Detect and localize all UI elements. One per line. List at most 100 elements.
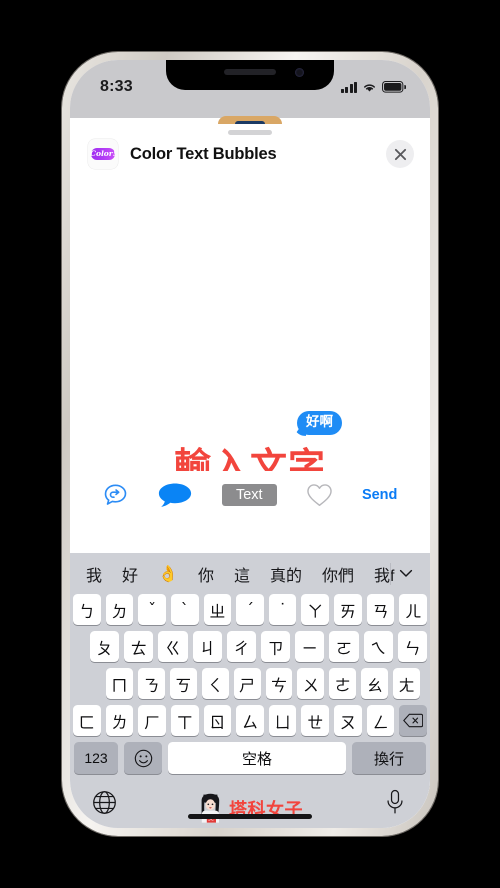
key[interactable]: ˙ <box>268 594 297 625</box>
key[interactable]: ㄤ <box>393 668 421 699</box>
predictive-candidates: 我 好 👌 你 這 真的 你們 我f <box>80 562 394 586</box>
predict-item[interactable]: 好 <box>122 562 138 586</box>
page-title: Color Text Bubbles <box>130 144 277 163</box>
heart-outline-icon <box>306 483 332 506</box>
key[interactable]: ㄎ <box>169 668 197 699</box>
status-time: 8:33 <box>100 78 133 95</box>
chevron-down-icon <box>399 569 412 577</box>
space-key[interactable]: 空格 <box>168 742 346 774</box>
earpiece-speaker <box>224 69 276 75</box>
key[interactable]: ㄈ <box>72 705 101 736</box>
mascot-icon: 3C <box>201 793 220 823</box>
phone-screen: 8:33 Color! Color Text Bubbles 好啊 輸入文字 T… <box>70 60 430 828</box>
bubble-color-button[interactable] <box>157 482 193 508</box>
keyboard-row-4: ㄈ ㄌ ㄏ ㄒ ㄖ ㄙ ㄩ ㄝ ㄡ ㄥ <box>70 705 430 736</box>
key[interactable]: ㄐ <box>192 631 222 662</box>
predictive-text-bar: 我 好 👌 你 這 真的 你們 我f <box>70 553 430 594</box>
text-tool-button[interactable]: Text <box>221 484 277 506</box>
key[interactable]: ㄍ <box>158 631 188 662</box>
keyboard-row-3: ㄇ ㄋ ㄎ ㄑ ㄕ ㄘ ㄨ ㄜ ㄠ ㄤ <box>70 668 430 699</box>
key[interactable]: ㄆ <box>89 631 120 662</box>
key[interactable]: ㄒ <box>170 705 199 736</box>
status-indicators <box>340 81 406 93</box>
key[interactable]: ㄙ <box>236 705 264 736</box>
key[interactable]: ㄅ <box>72 594 101 625</box>
keyboard-row-1: ㄅ ㄉ ˇ ˋ ㄓ ˊ ˙ ㄚ ㄞ ㄢ ㄦ <box>70 594 430 625</box>
key[interactable]: ㄠ <box>361 668 389 699</box>
key[interactable]: ㄓ <box>203 594 232 625</box>
send-button[interactable]: Send <box>362 487 397 503</box>
app-icon-label: Color! <box>89 149 117 159</box>
return-key[interactable]: 換行 <box>352 742 426 774</box>
undo-bubble-icon <box>104 484 126 505</box>
front-camera <box>295 68 304 77</box>
key[interactable]: ㄊ <box>124 631 154 662</box>
heart-button[interactable] <box>306 483 333 508</box>
key[interactable]: ㄗ <box>261 631 291 662</box>
keyboard-bottom-row: 123 空格 換行 <box>70 742 430 774</box>
key[interactable]: ㄌ <box>105 705 134 736</box>
key[interactable]: ㄦ <box>399 594 428 625</box>
predict-item[interactable]: 你們 <box>322 562 354 586</box>
predict-item[interactable]: 真的 <box>270 562 302 586</box>
key[interactable]: ˊ <box>236 594 264 625</box>
wifi-icon <box>364 83 375 92</box>
message-bubble[interactable]: 好啊 <box>297 411 342 435</box>
key[interactable]: ˋ <box>170 594 199 625</box>
key[interactable]: ㄨ <box>297 668 325 699</box>
key[interactable]: ㄥ <box>366 705 395 736</box>
expand-candidates-button[interactable] <box>390 562 420 585</box>
emoji-face-icon <box>134 749 152 767</box>
keyboard-row-2: ㄆ ㄊ ㄍ ㄐ ㄔ ㄗ ㄧ ㄛ ㄟ ㄣ <box>70 631 430 662</box>
predict-item[interactable]: 你 <box>198 562 214 586</box>
key[interactable]: ㄝ <box>301 705 330 736</box>
close-icon <box>394 148 406 160</box>
message-canvas[interactable]: 好啊 輸入文字 <box>70 176 430 485</box>
key[interactable]: ㄖ <box>203 705 232 736</box>
key[interactable]: ㄘ <box>265 668 293 699</box>
predict-item[interactable]: 👌 <box>158 564 178 584</box>
keyboard: 我 好 👌 你 這 真的 你們 我f ㄅ ㄉ ˇ ˋ ㄓ ˊ ˙ ㄚ ㄞ ㄢ ㄦ… <box>70 553 430 828</box>
key[interactable]: ㄡ <box>334 705 362 736</box>
backspace-icon <box>403 713 424 728</box>
key[interactable]: ㄟ <box>363 631 393 662</box>
key[interactable]: ㄏ <box>138 705 166 736</box>
app-icon[interactable]: Color! <box>88 139 118 169</box>
app-sheet: Color! Color Text Bubbles 好啊 輸入文字 Text S… <box>70 124 430 828</box>
close-button[interactable] <box>386 140 414 168</box>
notch <box>166 60 334 90</box>
emoji-keyboard-key[interactable] <box>124 742 162 774</box>
bubble-fill-icon <box>158 483 191 507</box>
backspace-key[interactable] <box>399 705 428 736</box>
key[interactable]: ㄋ <box>137 668 165 699</box>
dictation-key[interactable] <box>384 789 406 815</box>
key[interactable]: ㄑ <box>201 668 229 699</box>
watermark: 3C 塔科女子 <box>197 792 303 825</box>
key[interactable]: ㄉ <box>105 594 134 625</box>
key[interactable]: ㄩ <box>268 705 297 736</box>
globe-key[interactable] <box>92 790 117 815</box>
cellular-signal-icon <box>340 81 357 93</box>
home-indicator[interactable] <box>188 814 312 819</box>
key[interactable]: ㄔ <box>226 631 256 662</box>
key[interactable]: ㄣ <box>397 631 428 662</box>
predict-item[interactable]: 我 <box>86 562 102 586</box>
key[interactable]: ㄜ <box>329 668 357 699</box>
key[interactable]: ㄕ <box>233 668 261 699</box>
phone-frame: 8:33 Color! Color Text Bubbles 好啊 輸入文字 T… <box>62 52 438 836</box>
key[interactable]: ˇ <box>138 594 166 625</box>
keyboard-footer: 3C 塔科女子 <box>70 778 430 826</box>
globe-icon <box>93 790 116 814</box>
microphone-icon <box>387 789 403 814</box>
status-bar: 8:33 <box>70 60 430 118</box>
key[interactable]: ㄚ <box>301 594 330 625</box>
numeric-keyboard-key[interactable]: 123 <box>74 742 118 774</box>
key[interactable]: ㄇ <box>105 668 133 699</box>
predict-item[interactable]: 這 <box>234 562 250 586</box>
key[interactable]: ㄛ <box>329 631 359 662</box>
battery-icon <box>382 81 406 93</box>
undo-bubble-button[interactable] <box>103 483 128 507</box>
key[interactable]: ㄢ <box>366 594 395 625</box>
key[interactable]: ㄞ <box>334 594 362 625</box>
key[interactable]: ㄧ <box>295 631 325 662</box>
